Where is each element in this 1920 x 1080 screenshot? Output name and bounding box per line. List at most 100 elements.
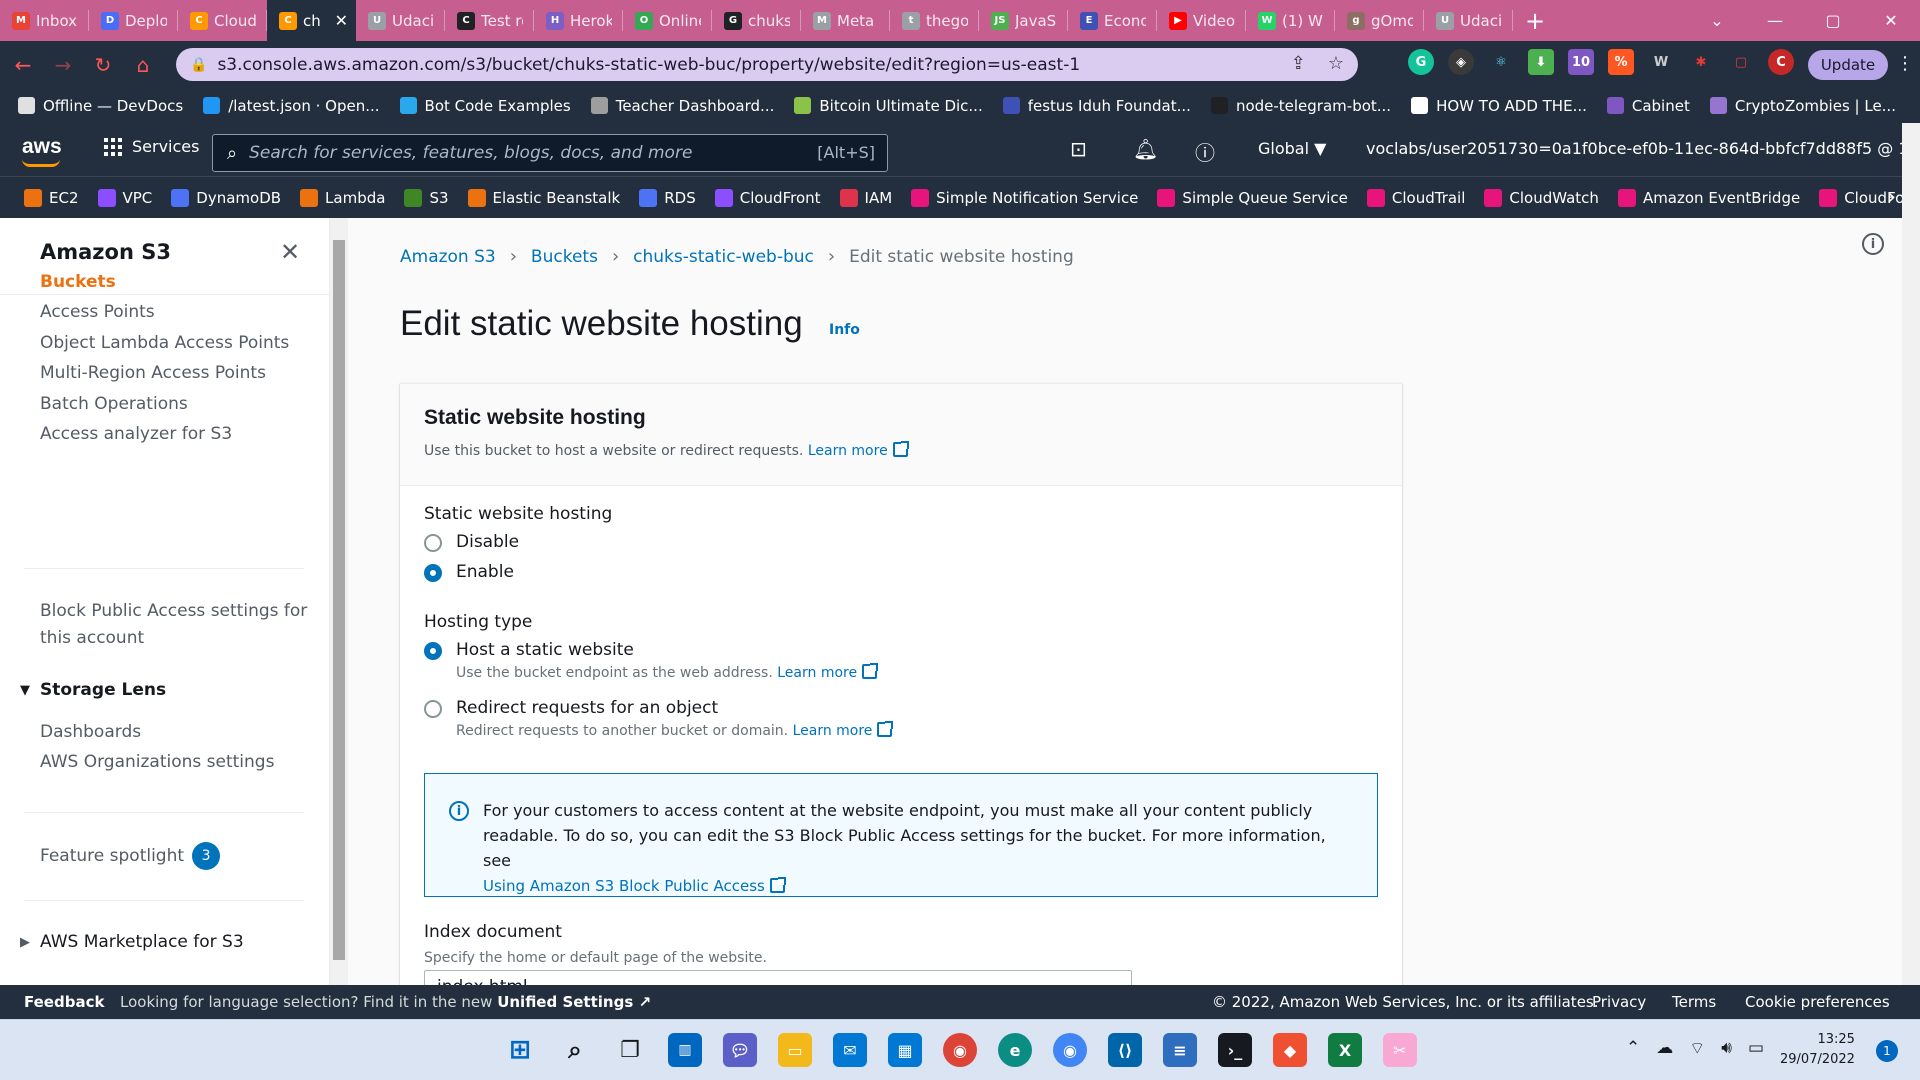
bookmark-item[interactable]: /latest.json · Open... [203, 97, 380, 115]
breadcrumb-bucket[interactable]: chuks-static-web-buc [633, 247, 814, 267]
windows-start-icon[interactable]: ⊞ [503, 1033, 537, 1067]
vscode-icon[interactable]: ⟨⟩ [1108, 1033, 1142, 1067]
learn-more-link[interactable]: Learn more [793, 721, 894, 739]
favorites-scroll-right-icon[interactable]: › [1887, 185, 1896, 210]
bookmark-item[interactable]: CryptoZombies | Le... [1709, 97, 1896, 115]
block-public-access-link[interactable]: Using Amazon S3 Block Public Access [483, 877, 786, 895]
chevron-down-icon[interactable]: ⌄ [1688, 0, 1746, 41]
storage-lens-section[interactable]: ▼ Storage Lens [20, 680, 166, 700]
tab-1[interactable]: D Deplo [89, 0, 178, 41]
react-extension-icon[interactable]: ⚛ [1488, 49, 1514, 75]
maximize-icon[interactable]: ▢ [1804, 0, 1862, 41]
sidebar-item-access-points[interactable]: Access Points [40, 302, 155, 322]
excel-icon[interactable]: X [1328, 1033, 1362, 1067]
tab-14[interactable]: W (1) Wh [1246, 0, 1335, 41]
sidebar-scrollbar[interactable] [330, 218, 348, 985]
clock[interactable]: 13:25 29/07/2022 [1780, 1030, 1855, 1070]
tab-15[interactable]: g gOmo [1335, 0, 1424, 41]
tab-7[interactable]: O Online [623, 0, 712, 41]
tab-2[interactable]: C Cloud [178, 0, 267, 41]
file-explorer-icon[interactable]: ▭ [778, 1033, 812, 1067]
extension-icon[interactable]: % [1608, 49, 1634, 75]
cloud-sync-icon[interactable]: ☁ [1656, 1038, 1673, 1059]
chrome-icon[interactable]: ◉ [943, 1033, 977, 1067]
sidebar-item-multi-region-access-points[interactable]: Multi-Region Access Points [40, 363, 266, 383]
breadcrumb-buckets[interactable]: Buckets [531, 247, 598, 267]
tab-8[interactable]: Gchuks [712, 0, 801, 41]
region-selector[interactable]: Global ▼ [1258, 139, 1326, 158]
info-link[interactable]: Info [829, 322, 860, 338]
cookie-preferences-link[interactable]: Cookie preferences [1745, 993, 1890, 1011]
tab-6[interactable]: H Herok [534, 0, 623, 41]
favorite-cloudwatch[interactable]: CloudWatch [1484, 188, 1599, 207]
chat-icon[interactable]: 💬︎ [723, 1033, 757, 1067]
host-static-website-radio[interactable]: Host a static website Use the bucket end… [424, 640, 879, 681]
redirect-requests-radio[interactable]: Redirect requests for an object Redirect… [424, 698, 894, 739]
favorite-vpc[interactable]: VPC [97, 188, 152, 207]
sidebar-extension-icon[interactable]: ▢ [1728, 49, 1754, 75]
download-extension-icon[interactable]: ⬇ [1528, 49, 1554, 75]
address-bar[interactable]: 🔒 s3.console.aws.amazon.com/s3/bucket/ch… [176, 48, 1358, 81]
profile-avatar[interactable]: C [1768, 49, 1794, 75]
sidebar-item-access-analyzer-for-s3[interactable]: Access analyzer for S3 [40, 424, 232, 444]
favorite-rds[interactable]: RDS [639, 188, 696, 207]
sidebar-item-batch-operations[interactable]: Batch Operations [40, 394, 188, 414]
sidebar-item-object-lambda-access-points[interactable]: Object Lambda Access Points [40, 333, 289, 353]
edge-icon[interactable]: e [998, 1033, 1032, 1067]
tab-13[interactable]: ▶ Video [1157, 0, 1246, 41]
unified-settings-link[interactable]: Unified Settings ↗ [497, 993, 651, 1011]
bookmark-item[interactable]: Offline — DevDocs [18, 97, 183, 115]
sidebar-item-buckets[interactable]: Buckets [40, 272, 116, 292]
mail-icon[interactable]: ✉ [833, 1033, 867, 1067]
marketplace-section[interactable]: ▶ AWS Marketplace for S3 [20, 932, 244, 952]
bookmark-item[interactable]: node-telegram-bot... [1210, 97, 1391, 115]
snipping-tool-icon[interactable]: ✂ [1383, 1033, 1417, 1067]
share-icon[interactable]: ⇪ [1291, 53, 1306, 74]
page-scrollbar[interactable] [1902, 123, 1920, 985]
bookmark-item[interactable]: Teacher Dashboard... [590, 97, 774, 115]
aws-search-input[interactable]: ⌕ Search for services, features, blogs, … [212, 134, 888, 172]
scrollbar-thumb[interactable] [333, 240, 345, 960]
tab-close-icon[interactable]: ✕ [335, 11, 348, 30]
enable-radio[interactable]: Enable [424, 562, 514, 582]
notification-badge[interactable]: 1 [1876, 1040, 1898, 1062]
disable-radio[interactable]: Disable [424, 532, 519, 552]
back-arrow-icon[interactable]: ← [6, 48, 40, 82]
favorite-cloudtrail[interactable]: CloudTrail [1366, 188, 1465, 207]
favorite-cloudfront[interactable]: CloudFront [714, 188, 821, 207]
favorite-ec2[interactable]: EC2 [24, 188, 79, 207]
bookmark-item[interactable]: Cabinet [1606, 97, 1690, 115]
bookmark-item[interactable]: HOW TO ADD THE... [1411, 97, 1587, 115]
extension-badge-icon[interactable]: 10 [1568, 49, 1594, 75]
terms-link[interactable]: Terms [1672, 993, 1716, 1011]
wifi-icon[interactable]: ⌔ [1689, 1038, 1705, 1059]
terminal-icon[interactable]: ›_ [1218, 1033, 1252, 1067]
bookmark-star-icon[interactable]: ☆ [1328, 53, 1344, 74]
forward-arrow-icon[interactable]: → [46, 48, 80, 82]
grammarly-extension-icon[interactable]: G [1408, 49, 1434, 75]
update-button[interactable]: Update [1808, 50, 1888, 80]
new-tab-button[interactable]: + [1513, 0, 1557, 41]
learn-more-link[interactable]: Learn more [808, 441, 909, 459]
notifications-bell-icon[interactable]: 🔔︎ [1133, 137, 1158, 161]
favorite-simple-queue-service[interactable]: Simple Queue Service [1157, 188, 1348, 207]
tab-12[interactable]: E Econo [1068, 0, 1157, 41]
privacy-link[interactable]: Privacy [1592, 993, 1646, 1011]
favorite-s3[interactable]: S3 [404, 188, 449, 207]
favorite-simple-notification-service[interactable]: Simple Notification Service [911, 188, 1138, 207]
tab-10[interactable]: t thego [890, 0, 979, 41]
battery-icon[interactable]: ▭ [1748, 1038, 1764, 1059]
services-menu-button[interactable]: Services [104, 137, 199, 156]
account-menu[interactable]: voclabs/user2051730=0a1f0bce-ef0b-11ec-8… [1366, 139, 1920, 158]
favorite-lambda[interactable]: Lambda [300, 188, 385, 207]
help-icon[interactable]: ⓘ [1195, 137, 1215, 166]
task-view-icon[interactable]: ❐ [613, 1033, 647, 1067]
minimize-icon[interactable]: — [1746, 0, 1804, 41]
widgets-icon[interactable]: ▥ [668, 1033, 702, 1067]
sidebar-item-feature-spotlight[interactable]: Feature spotlight 3 [40, 842, 221, 870]
tab-9[interactable]: M Meta [801, 0, 890, 41]
favorite-dynamodb[interactable]: DynamoDB [171, 188, 281, 207]
breadcrumb-amazon-s3[interactable]: Amazon S3 [400, 247, 496, 267]
info-panel-icon[interactable]: i [1862, 233, 1884, 255]
tab-0[interactable]: M Inbox [0, 0, 89, 41]
